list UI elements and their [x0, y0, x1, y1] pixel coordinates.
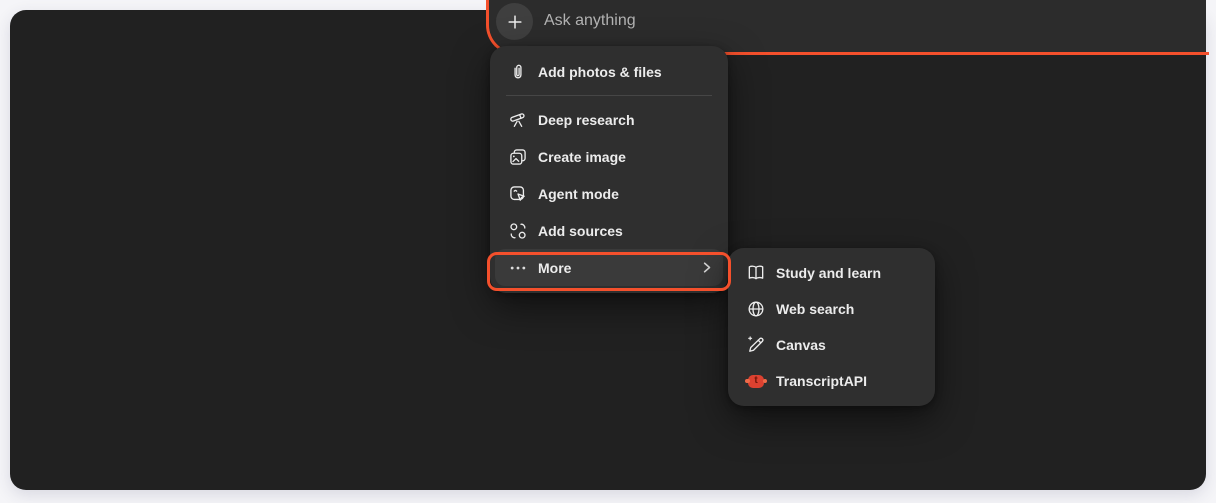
menu-item-label: Add photos & files	[538, 63, 662, 80]
add-attachment-button[interactable]	[496, 3, 533, 40]
submenu-item-label: Study and learn	[776, 265, 882, 281]
menu-item-agent-mode[interactable]: Agent mode	[495, 175, 723, 212]
badge-letter: t	[748, 374, 764, 388]
telescope-icon	[510, 112, 525, 127]
composer-tools-menu: Add photos & files Deep research Create …	[490, 46, 728, 293]
menu-item-label: Agent mode	[538, 185, 619, 202]
submenu-item-study-and-learn[interactable]: Study and learn	[733, 255, 930, 291]
submenu-item-canvas[interactable]: Canvas	[733, 327, 930, 363]
submenu-item-transcriptapi[interactable]: t TranscriptAPI	[733, 363, 930, 399]
paperclip-icon	[514, 64, 522, 78]
menu-item-label: Deep research	[538, 111, 635, 128]
submenu-item-label: TranscriptAPI	[776, 373, 868, 389]
submenu-item-web-search[interactable]: Web search	[733, 291, 930, 327]
menu-item-create-image[interactable]: Create image	[495, 138, 723, 175]
badge-left-dot	[745, 378, 750, 384]
menu-item-add-sources[interactable]: Add sources	[495, 212, 723, 249]
menu-item-label: More	[538, 259, 572, 276]
chevron-right-icon	[703, 262, 711, 273]
ellipsis-icon	[510, 266, 526, 269]
more-submenu: Study and learn Web search Canvas t Tran…	[728, 248, 935, 406]
menu-item-add-photos-files[interactable]: Add photos & files	[495, 53, 723, 90]
transcript-api-badge-icon: t	[745, 373, 767, 389]
agent-cursor-icon	[510, 185, 525, 201]
pencil-sparkle-icon	[748, 336, 764, 352]
composer-placeholder: Ask anything	[544, 12, 636, 29]
open-book-icon	[748, 265, 764, 280]
globe-icon	[748, 301, 764, 317]
menu-item-label: Add sources	[538, 222, 623, 239]
badge-right-dot	[762, 378, 767, 384]
menu-item-label: Create image	[538, 148, 626, 165]
submenu-item-label: Canvas	[776, 337, 826, 353]
menu-divider	[506, 95, 712, 96]
menu-item-more[interactable]: More	[495, 249, 723, 286]
images-icon	[510, 148, 526, 165]
plus-icon	[507, 14, 522, 29]
sources-icon	[510, 222, 526, 239]
composer-input[interactable]: Ask anything	[489, 0, 1206, 52]
submenu-item-label: Web search	[776, 301, 855, 317]
menu-item-deep-research[interactable]: Deep research	[495, 101, 723, 138]
